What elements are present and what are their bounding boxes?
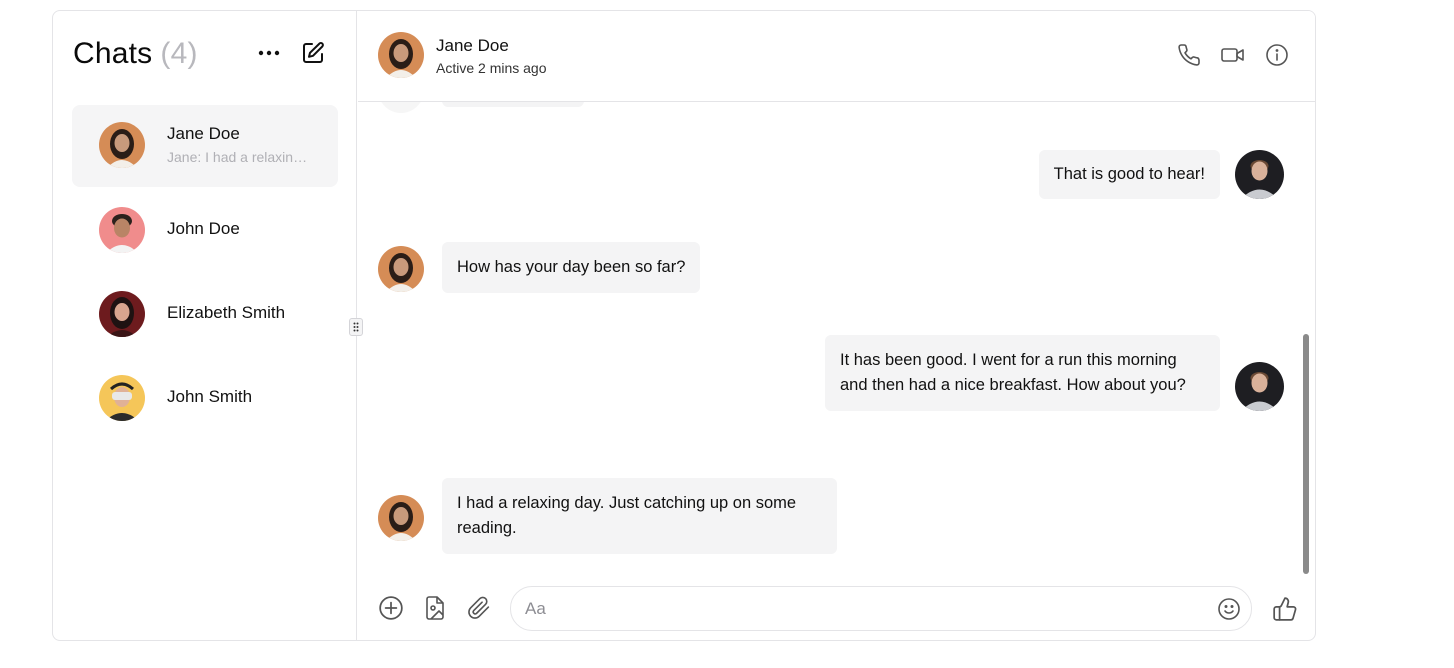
like-button[interactable] [1271, 595, 1299, 623]
chat-item-preview: Jane: I had a relaxing day. Just catchin… [167, 149, 312, 165]
emoji-button[interactable] [1215, 595, 1243, 623]
video-call-button[interactable] [1219, 41, 1247, 69]
my-avatar [1235, 362, 1284, 411]
contact-name: Jane Doe [436, 36, 509, 55]
conversation-header: Jane Doe Active 2 mins ago [358, 11, 1315, 102]
attach-image-button[interactable] [421, 594, 449, 622]
message-bubble: How has your day been so far? [442, 242, 701, 293]
message-input[interactable] [525, 587, 1205, 630]
plus-circle-icon [379, 596, 403, 620]
header-actions [1175, 41, 1291, 69]
chat-item-name: Jane Doe [167, 124, 240, 143]
new-chat-button[interactable] [299, 39, 327, 67]
video-camera-icon [1221, 48, 1244, 62]
chat-item-jane-doe[interactable]: Jane Doe Jane: I had a relaxing day. Jus… [72, 105, 338, 187]
phone-icon [1178, 44, 1200, 66]
message-outgoing: That is good to hear! [1038, 150, 1284, 199]
header-avatar [378, 32, 424, 78]
chat-item-name: John Smith [167, 387, 253, 406]
message-bubble: I had a relaxing day. Just catching up o… [442, 478, 837, 554]
partial-avatar [378, 102, 424, 113]
chat-app: Chats (4) Jane Doe Jane: I had a relaxing… [52, 10, 1316, 641]
partial-message-bubble [442, 102, 584, 107]
chat-sidebar: Chats (4) Jane Doe Jane: I had a relaxing… [53, 11, 357, 640]
message-list[interactable]: That is good to hear! How has your day b… [358, 102, 1315, 582]
my-avatar [1235, 150, 1284, 199]
sidebar-title-text: Chats [73, 37, 153, 70]
voice-call-button[interactable] [1175, 41, 1203, 69]
message-scrollbar[interactable] [1303, 334, 1309, 574]
attach-file-button[interactable] [465, 594, 493, 622]
image-file-icon [426, 596, 444, 620]
sidebar-title: Chats (4) [73, 37, 198, 71]
avatar-john-smith [99, 375, 145, 421]
contact-status: Active 2 mins ago [436, 60, 547, 76]
thumbs-up-icon [1273, 597, 1297, 621]
message-composer [510, 586, 1252, 631]
info-icon [1266, 44, 1288, 66]
avatar-elizabeth-smith [99, 291, 145, 337]
conversation-panel: Jane Doe Active 2 mins ago That is good … [358, 11, 1315, 640]
avatar-jane-doe [99, 122, 145, 168]
ellipsis-icon [258, 50, 280, 56]
chat-count: (4) [160, 37, 198, 70]
avatar-john-doe [99, 207, 145, 253]
chat-item-name: John Doe [167, 219, 240, 238]
chat-item-name: Elizabeth Smith [167, 303, 286, 322]
message-bubble: That is good to hear! [1038, 150, 1220, 199]
message-incoming: I had a relaxing day. Just catching up o… [378, 478, 837, 554]
message-incoming: How has your day been so far? [378, 242, 701, 293]
more-options-button[interactable] [255, 39, 283, 67]
message-bubble: It has been good. I went for a run this … [825, 335, 1220, 411]
message-outgoing: It has been good. I went for a run this … [825, 335, 1284, 411]
chat-item-elizabeth-smith[interactable]: Elizabeth Smith [72, 273, 338, 355]
paperclip-icon [468, 596, 490, 619]
sender-avatar [378, 246, 424, 292]
add-button[interactable] [377, 594, 405, 622]
chat-item-john-doe[interactable]: John Doe [72, 189, 338, 271]
chat-item-john-smith[interactable]: John Smith [72, 357, 338, 439]
chat-list: Jane Doe Jane: I had a relaxing day. Jus… [72, 105, 338, 441]
smiley-icon [1218, 598, 1240, 620]
grip-icon [353, 322, 359, 332]
conversation-info-button[interactable] [1263, 41, 1291, 69]
sidebar-resize-handle[interactable] [349, 318, 363, 336]
sender-avatar [378, 495, 424, 541]
sidebar-header: Chats (4) [73, 35, 336, 71]
compose-icon [303, 42, 324, 63]
